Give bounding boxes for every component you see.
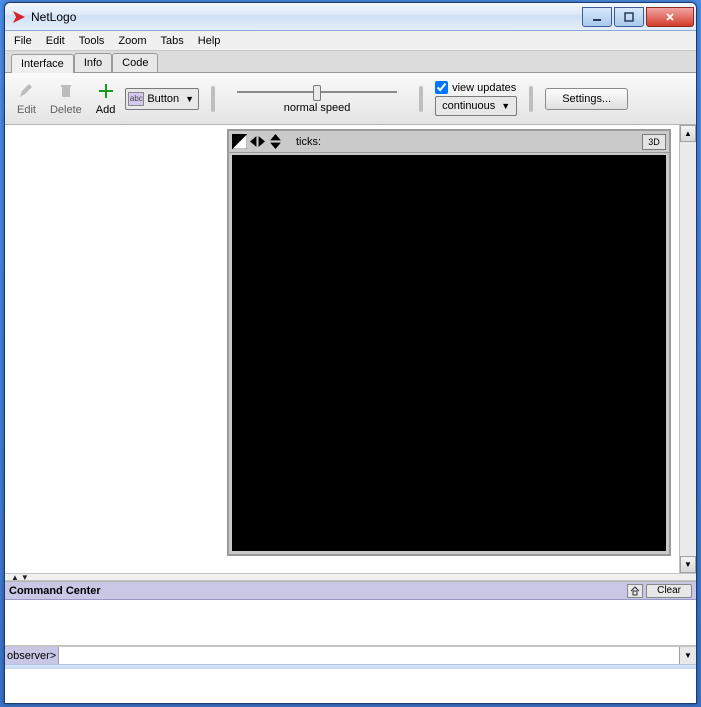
agent-selector[interactable]: observer> — [5, 647, 59, 664]
menu-file[interactable]: File — [7, 33, 39, 49]
close-button[interactable] — [646, 7, 694, 27]
menu-tabs[interactable]: Tabs — [154, 33, 191, 49]
separator — [211, 86, 215, 112]
world-header: ticks: 3D — [229, 131, 669, 153]
delete-button[interactable]: Delete — [46, 80, 86, 118]
command-input[interactable] — [59, 647, 679, 664]
clear-button[interactable]: Clear — [646, 584, 692, 598]
command-center-title: Command Center — [9, 585, 101, 597]
app-window: NetLogo File Edit Tools Zoom Tabs Help I… — [4, 2, 697, 704]
command-input-row: observer> ▼ — [5, 646, 696, 664]
menu-zoom[interactable]: Zoom — [111, 33, 153, 49]
tabstrip: Interface Info Code — [5, 51, 696, 73]
chevron-up-icon: ▲ — [11, 573, 19, 582]
plus-icon — [97, 82, 115, 103]
tab-interface[interactable]: Interface — [11, 54, 74, 73]
delete-label: Delete — [50, 104, 82, 116]
maximize-button[interactable] — [614, 7, 644, 27]
separator — [529, 86, 533, 112]
statusbar — [5, 664, 696, 669]
update-mode-selector[interactable]: continuous ▼ — [435, 96, 517, 116]
scroll-up-button[interactable]: ▲ — [680, 125, 696, 142]
minimize-button[interactable] — [582, 7, 612, 27]
speed-control: normal speed — [227, 83, 407, 114]
half-tone-icon[interactable] — [232, 134, 247, 149]
history-button[interactable]: ▼ — [679, 647, 696, 664]
speed-slider[interactable] — [237, 83, 397, 101]
separator — [419, 86, 423, 112]
expand-button[interactable] — [627, 584, 643, 598]
tab-info[interactable]: Info — [74, 53, 112, 72]
command-center-header: Command Center Clear — [5, 582, 696, 600]
world-view[interactable] — [232, 155, 666, 551]
add-label: Add — [96, 104, 116, 116]
scroll-down-button[interactable]: ▼ — [680, 556, 696, 573]
app-logo-icon — [11, 9, 27, 25]
edit-button[interactable]: Edit — [13, 80, 40, 118]
ticks-label: ticks: — [296, 136, 321, 148]
world-panel: ticks: 3D — [227, 129, 671, 556]
splitter[interactable]: ▲ ▼ — [5, 573, 696, 581]
view-updates-label: view updates — [452, 82, 516, 94]
chevron-down-icon: ▼ — [21, 573, 29, 582]
menu-tools[interactable]: Tools — [72, 33, 112, 49]
command-center: Command Center Clear observer> ▼ — [5, 581, 696, 664]
menu-help[interactable]: Help — [191, 33, 228, 49]
widget-type-selector[interactable]: abc Button ▼ — [125, 88, 199, 110]
toolbar: Edit Delete Add abc Button ▼ normal spee… — [5, 73, 696, 125]
tab-code[interactable]: Code — [112, 53, 158, 72]
command-output[interactable] — [5, 600, 696, 646]
speed-label: normal speed — [284, 102, 351, 114]
vertical-scrollbar[interactable]: ▲ ▼ — [679, 125, 696, 573]
workspace: ticks: 3D ▲ ▼ — [5, 125, 696, 573]
pencil-icon — [17, 82, 35, 103]
workspace-canvas[interactable]: ticks: 3D — [5, 125, 679, 573]
horizontal-arrows-icon[interactable] — [250, 134, 265, 149]
scroll-track[interactable] — [680, 142, 696, 556]
chevron-down-icon: ▼ — [501, 101, 510, 111]
3d-view-button[interactable]: 3D — [642, 134, 666, 150]
view-updates-checkbox[interactable] — [435, 81, 448, 94]
chevron-down-icon: ▼ — [185, 94, 194, 104]
edit-label: Edit — [17, 104, 36, 116]
settings-button[interactable]: Settings... — [545, 88, 628, 110]
window-title: NetLogo — [31, 10, 582, 24]
button-swatch-icon: abc — [128, 92, 144, 106]
view-updates-group: view updates continuous ▼ — [435, 81, 517, 116]
trash-icon — [57, 82, 75, 103]
menu-edit[interactable]: Edit — [39, 33, 72, 49]
update-mode-label: continuous — [442, 100, 495, 112]
widget-type-label: Button — [147, 93, 179, 105]
titlebar: NetLogo — [5, 3, 696, 31]
vertical-arrows-icon[interactable] — [268, 134, 283, 149]
menubar: File Edit Tools Zoom Tabs Help — [5, 31, 696, 51]
add-button[interactable]: Add — [92, 80, 120, 118]
